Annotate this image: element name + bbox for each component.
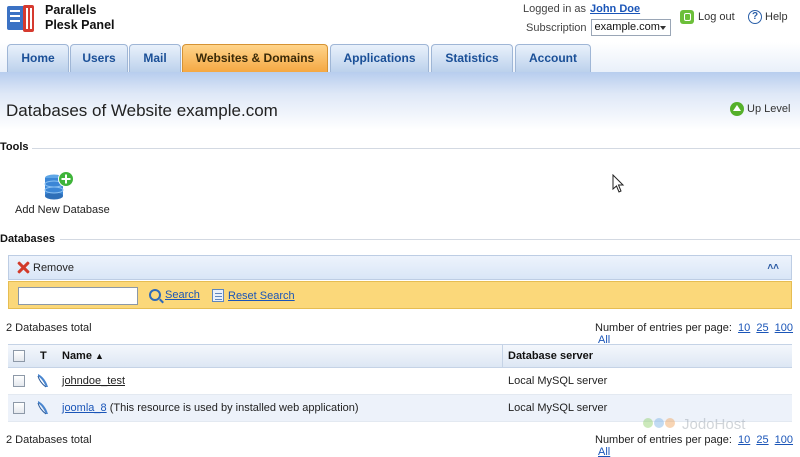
databases-toolbar: Remove ˄˄ bbox=[8, 255, 792, 280]
logout-button[interactable]: Log out bbox=[680, 10, 735, 24]
login-info: Logged in as John Doe bbox=[523, 3, 641, 15]
page-size-25[interactable]: 25 bbox=[756, 322, 768, 334]
remove-button[interactable]: Remove bbox=[17, 261, 74, 274]
help-button[interactable]: ? Help bbox=[748, 10, 788, 24]
reset-search-icon bbox=[212, 289, 224, 302]
main-tabs: Home Users Mail Websites & Domains Appli… bbox=[0, 42, 800, 72]
search-icon bbox=[149, 289, 161, 301]
tab-account[interactable]: Account bbox=[515, 44, 591, 72]
chevron-down-icon bbox=[659, 26, 666, 30]
page-size-100[interactable]: 100 bbox=[775, 322, 793, 334]
add-database-icon[interactable] bbox=[42, 170, 76, 202]
select-all-checkbox[interactable] bbox=[13, 350, 25, 362]
up-arrow-icon bbox=[730, 102, 744, 116]
entries-per-page-bottom: Number of entries per page: 10 25 100 Al… bbox=[595, 434, 794, 457]
databases-heading: Databases bbox=[0, 233, 56, 245]
plesk-logo-icon bbox=[7, 5, 34, 32]
row-checkbox[interactable] bbox=[13, 402, 25, 414]
remove-x-icon bbox=[17, 261, 30, 274]
tab-websites-domains[interactable]: Websites & Domains bbox=[182, 44, 328, 72]
page-title: Databases of Website example.com bbox=[6, 101, 278, 120]
help-icon: ? bbox=[748, 10, 762, 24]
database-server: Local MySQL server bbox=[508, 375, 608, 387]
database-name-link[interactable]: johndoe_test bbox=[62, 375, 125, 387]
tab-mail[interactable]: Mail bbox=[129, 44, 181, 72]
watermark: JodoHost bbox=[643, 416, 745, 433]
tab-applications[interactable]: Applications bbox=[330, 44, 429, 72]
up-level-button[interactable]: Up Level bbox=[730, 102, 790, 116]
tab-users[interactable]: Users bbox=[70, 44, 128, 72]
tab-home[interactable]: Home bbox=[7, 44, 69, 72]
subscription-label: Subscription bbox=[526, 21, 587, 34]
database-server: Local MySQL server bbox=[508, 402, 608, 414]
logout-icon bbox=[680, 10, 694, 24]
page-size-all[interactable]: All bbox=[598, 446, 610, 457]
database-name-link[interactable]: joomla_8 bbox=[62, 402, 107, 414]
resource-note: (This resource is used by installed web … bbox=[109, 402, 359, 414]
mouse-cursor-icon bbox=[612, 174, 625, 193]
column-name[interactable]: Name ▲ bbox=[62, 350, 104, 362]
search-bar: Search Reset Search bbox=[8, 281, 792, 309]
page-size-25[interactable]: 25 bbox=[756, 434, 768, 446]
search-input[interactable] bbox=[18, 287, 138, 305]
total-count-bottom: 2 Databases total bbox=[6, 434, 92, 446]
row-checkbox[interactable] bbox=[13, 375, 25, 387]
entries-per-page: Number of entries per page: 10 25 100 Al… bbox=[595, 322, 794, 346]
sort-ascending-icon: ▲ bbox=[95, 351, 104, 361]
top-header: Parallels Plesk Panel Logged in as John D… bbox=[0, 0, 800, 42]
mysql-database-icon bbox=[37, 374, 48, 388]
divider bbox=[60, 239, 800, 240]
table-header: T Name ▲ Database server bbox=[8, 344, 792, 368]
search-button[interactable]: Search bbox=[149, 289, 200, 301]
mysql-database-icon bbox=[37, 401, 48, 415]
column-database-server[interactable]: Database server bbox=[508, 350, 593, 362]
page-size-10[interactable]: 10 bbox=[738, 322, 750, 334]
reset-search-button[interactable]: Reset Search bbox=[212, 289, 295, 302]
add-new-database-link[interactable]: Add New Database bbox=[15, 204, 110, 216]
user-name-link[interactable]: John Doe bbox=[590, 3, 640, 15]
column-type: T bbox=[40, 350, 47, 362]
subscription-select[interactable]: example.com bbox=[590, 19, 671, 36]
tools-heading: Tools bbox=[0, 141, 29, 153]
subscription-row: Subscription example.com bbox=[526, 19, 671, 36]
page-size-10[interactable]: 10 bbox=[738, 434, 750, 446]
database-name-cell: joomla_8 (This resource is used by insta… bbox=[62, 402, 359, 414]
watermark-logo-icon bbox=[643, 418, 676, 431]
brand-name: Parallels Plesk Panel bbox=[45, 3, 115, 32]
tab-statistics[interactable]: Statistics bbox=[431, 44, 513, 72]
page-size-100[interactable]: 100 bbox=[775, 434, 793, 446]
collapse-chevron-icon[interactable]: ˄˄ bbox=[767, 262, 779, 273]
column-divider bbox=[502, 345, 503, 367]
total-count: 2 Databases total bbox=[6, 322, 92, 334]
divider bbox=[32, 148, 800, 149]
table-row: johndoe_test Local MySQL server bbox=[8, 368, 792, 395]
